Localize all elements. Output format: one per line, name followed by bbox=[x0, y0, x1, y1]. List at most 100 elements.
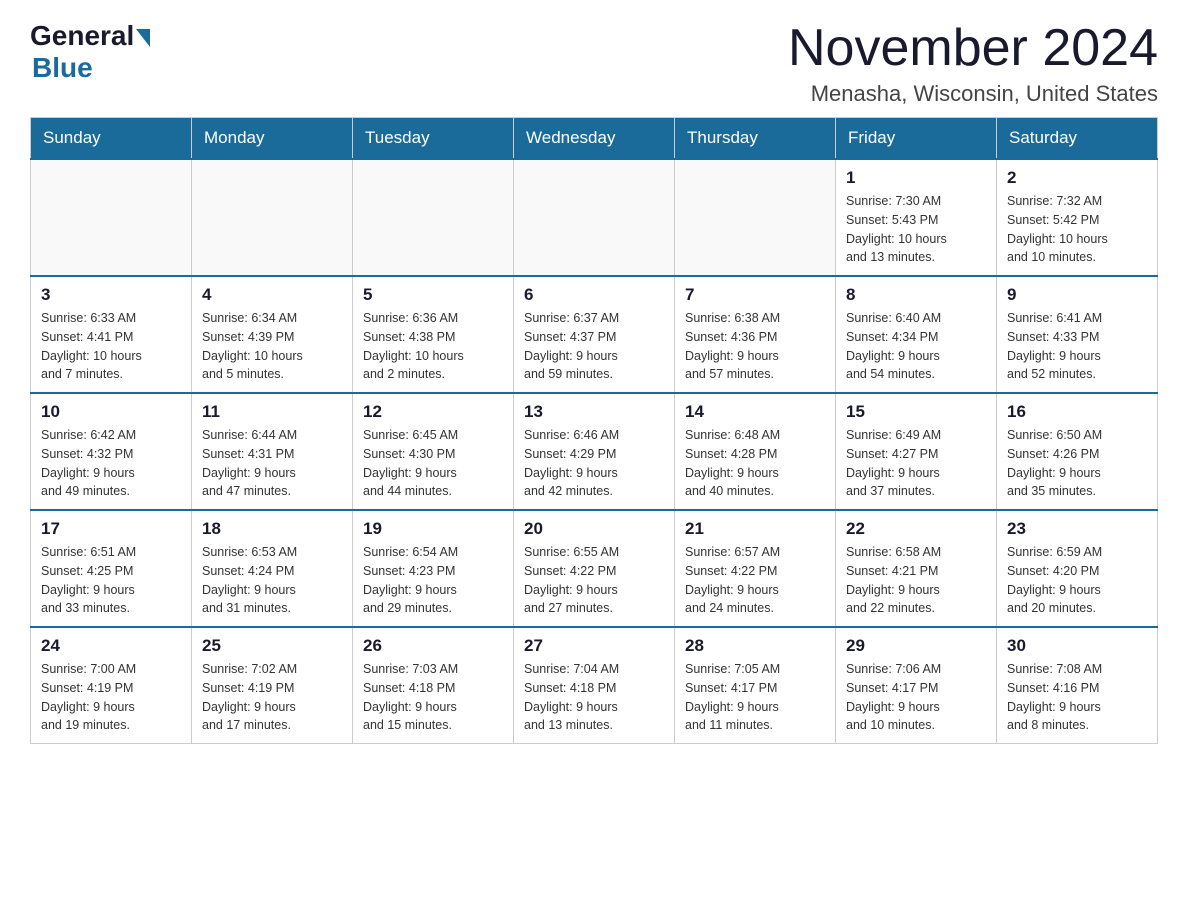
calendar-cell: 23Sunrise: 6:59 AM Sunset: 4:20 PM Dayli… bbox=[997, 510, 1158, 627]
day-number: 3 bbox=[41, 285, 181, 305]
day-number: 13 bbox=[524, 402, 664, 422]
day-info: Sunrise: 7:06 AM Sunset: 4:17 PM Dayligh… bbox=[846, 660, 986, 735]
day-number: 11 bbox=[202, 402, 342, 422]
logo: General Blue bbox=[30, 20, 150, 84]
day-number: 27 bbox=[524, 636, 664, 656]
calendar-cell: 3 Sunrise: 6:33 AM Sunset: 4:41 PM Daylig… bbox=[31, 276, 192, 393]
day-info: Sunrise: 6:50 AM Sunset: 4:26 PM Dayligh… bbox=[1007, 426, 1147, 501]
day-number: 5 bbox=[363, 285, 503, 305]
day-number: 7 bbox=[685, 285, 825, 305]
day-number: 15 bbox=[846, 402, 986, 422]
day-number: 18 bbox=[202, 519, 342, 539]
day-info: Sunrise: 6:48 AM Sunset: 4:28 PM Dayligh… bbox=[685, 426, 825, 501]
weekday-header-monday: Monday bbox=[192, 118, 353, 160]
calendar-cell: 25 Sunrise: 7:02 AM Sunset: 4:19 PM Dayli… bbox=[192, 627, 353, 744]
day-number: 17 bbox=[41, 519, 181, 539]
day-info: Sunrise: 7:08 AM Sunset: 4:16 PM Dayligh… bbox=[1007, 660, 1147, 735]
day-info: Sunrise: 6:34 AM Sunset: 4:39 PM Dayligh… bbox=[202, 309, 342, 384]
calendar-cell: 2Sunrise: 7:32 AM Sunset: 5:42 PM Daylig… bbox=[997, 159, 1158, 276]
week-row-2: 3 Sunrise: 6:33 AM Sunset: 4:41 PM Daylig… bbox=[31, 276, 1158, 393]
day-info: Sunrise: 6:44 AM Sunset: 4:31 PM Dayligh… bbox=[202, 426, 342, 501]
day-info: Sunrise: 6:49 AM Sunset: 4:27 PM Dayligh… bbox=[846, 426, 986, 501]
calendar-cell: 30 Sunrise: 7:08 AM Sunset: 4:16 PM Dayli… bbox=[997, 627, 1158, 744]
day-number: 12 bbox=[363, 402, 503, 422]
day-info: Sunrise: 6:53 AM Sunset: 4:24 PM Dayligh… bbox=[202, 543, 342, 618]
title-block: November 2024 Menasha, Wisconsin, United… bbox=[788, 20, 1158, 107]
day-number: 20 bbox=[524, 519, 664, 539]
day-number: 10 bbox=[41, 402, 181, 422]
day-info: Sunrise: 6:54 AM Sunset: 4:23 PM Dayligh… bbox=[363, 543, 503, 618]
logo-general-text: General bbox=[30, 20, 134, 52]
calendar-cell: 17 Sunrise: 6:51 AM Sunset: 4:25 PM Dayli… bbox=[31, 510, 192, 627]
day-info: Sunrise: 6:36 AM Sunset: 4:38 PM Dayligh… bbox=[363, 309, 503, 384]
calendar-cell: 4 Sunrise: 6:34 AM Sunset: 4:39 PM Daylig… bbox=[192, 276, 353, 393]
calendar-cell: 27 Sunrise: 7:04 AM Sunset: 4:18 PM Dayli… bbox=[514, 627, 675, 744]
day-number: 24 bbox=[41, 636, 181, 656]
calendar-cell: 19 Sunrise: 6:54 AM Sunset: 4:23 PM Dayli… bbox=[353, 510, 514, 627]
calendar-cell: 24 Sunrise: 7:00 AM Sunset: 4:19 PM Dayli… bbox=[31, 627, 192, 744]
day-info: Sunrise: 6:45 AM Sunset: 4:30 PM Dayligh… bbox=[363, 426, 503, 501]
calendar-table: SundayMondayTuesdayWednesdayThursdayFrid… bbox=[30, 117, 1158, 744]
calendar-cell: 26Sunrise: 7:03 AM Sunset: 4:18 PM Dayli… bbox=[353, 627, 514, 744]
calendar-cell bbox=[31, 159, 192, 276]
day-number: 23 bbox=[1007, 519, 1147, 539]
day-info: Sunrise: 6:57 AM Sunset: 4:22 PM Dayligh… bbox=[685, 543, 825, 618]
calendar-cell bbox=[675, 159, 836, 276]
weekday-header-thursday: Thursday bbox=[675, 118, 836, 160]
day-info: Sunrise: 6:41 AM Sunset: 4:33 PM Dayligh… bbox=[1007, 309, 1147, 384]
day-number: 21 bbox=[685, 519, 825, 539]
day-info: Sunrise: 6:42 AM Sunset: 4:32 PM Dayligh… bbox=[41, 426, 181, 501]
day-number: 25 bbox=[202, 636, 342, 656]
calendar-header-row: SundayMondayTuesdayWednesdayThursdayFrid… bbox=[31, 118, 1158, 160]
day-info: Sunrise: 6:55 AM Sunset: 4:22 PM Dayligh… bbox=[524, 543, 664, 618]
day-number: 16 bbox=[1007, 402, 1147, 422]
weekday-header-wednesday: Wednesday bbox=[514, 118, 675, 160]
weekday-header-tuesday: Tuesday bbox=[353, 118, 514, 160]
calendar-cell: 10 Sunrise: 6:42 AM Sunset: 4:32 PM Dayli… bbox=[31, 393, 192, 510]
calendar-cell: 15 Sunrise: 6:49 AM Sunset: 4:27 PM Dayli… bbox=[836, 393, 997, 510]
day-info: Sunrise: 7:03 AM Sunset: 4:18 PM Dayligh… bbox=[363, 660, 503, 735]
logo-arrow-icon bbox=[136, 29, 150, 47]
calendar-cell bbox=[514, 159, 675, 276]
day-number: 22 bbox=[846, 519, 986, 539]
day-info: Sunrise: 7:04 AM Sunset: 4:18 PM Dayligh… bbox=[524, 660, 664, 735]
day-number: 2 bbox=[1007, 168, 1147, 188]
calendar-cell: 20 Sunrise: 6:55 AM Sunset: 4:22 PM Dayli… bbox=[514, 510, 675, 627]
day-number: 9 bbox=[1007, 285, 1147, 305]
calendar-cell: 12 Sunrise: 6:45 AM Sunset: 4:30 PM Dayli… bbox=[353, 393, 514, 510]
day-info: Sunrise: 7:00 AM Sunset: 4:19 PM Dayligh… bbox=[41, 660, 181, 735]
calendar-cell: 14 Sunrise: 6:48 AM Sunset: 4:28 PM Dayli… bbox=[675, 393, 836, 510]
weekday-header-sunday: Sunday bbox=[31, 118, 192, 160]
month-title: November 2024 bbox=[788, 20, 1158, 77]
calendar-cell: 7Sunrise: 6:38 AM Sunset: 4:36 PM Daylig… bbox=[675, 276, 836, 393]
day-info: Sunrise: 7:02 AM Sunset: 4:19 PM Dayligh… bbox=[202, 660, 342, 735]
page-header: General Blue November 2024 Menasha, Wisc… bbox=[30, 20, 1158, 107]
week-row-3: 10 Sunrise: 6:42 AM Sunset: 4:32 PM Dayli… bbox=[31, 393, 1158, 510]
day-info: Sunrise: 6:58 AM Sunset: 4:21 PM Dayligh… bbox=[846, 543, 986, 618]
day-number: 4 bbox=[202, 285, 342, 305]
calendar-cell: 13 Sunrise: 6:46 AM Sunset: 4:29 PM Dayli… bbox=[514, 393, 675, 510]
calendar-cell: 8Sunrise: 6:40 AM Sunset: 4:34 PM Daylig… bbox=[836, 276, 997, 393]
day-number: 30 bbox=[1007, 636, 1147, 656]
day-number: 1 bbox=[846, 168, 986, 188]
day-number: 29 bbox=[846, 636, 986, 656]
day-info: Sunrise: 7:30 AM Sunset: 5:43 PM Dayligh… bbox=[846, 192, 986, 267]
calendar-cell: 18 Sunrise: 6:53 AM Sunset: 4:24 PM Dayli… bbox=[192, 510, 353, 627]
day-number: 19 bbox=[363, 519, 503, 539]
calendar-cell: 16 Sunrise: 6:50 AM Sunset: 4:26 PM Dayli… bbox=[997, 393, 1158, 510]
day-info: Sunrise: 6:37 AM Sunset: 4:37 PM Dayligh… bbox=[524, 309, 664, 384]
location-title: Menasha, Wisconsin, United States bbox=[788, 81, 1158, 107]
week-row-4: 17 Sunrise: 6:51 AM Sunset: 4:25 PM Dayli… bbox=[31, 510, 1158, 627]
day-info: Sunrise: 6:33 AM Sunset: 4:41 PM Dayligh… bbox=[41, 309, 181, 384]
day-info: Sunrise: 6:46 AM Sunset: 4:29 PM Dayligh… bbox=[524, 426, 664, 501]
day-number: 14 bbox=[685, 402, 825, 422]
weekday-header-saturday: Saturday bbox=[997, 118, 1158, 160]
calendar-cell bbox=[353, 159, 514, 276]
day-info: Sunrise: 7:05 AM Sunset: 4:17 PM Dayligh… bbox=[685, 660, 825, 735]
calendar-cell: 1 Sunrise: 7:30 AM Sunset: 5:43 PM Daylig… bbox=[836, 159, 997, 276]
day-info: Sunrise: 6:51 AM Sunset: 4:25 PM Dayligh… bbox=[41, 543, 181, 618]
week-row-5: 24 Sunrise: 7:00 AM Sunset: 4:19 PM Dayli… bbox=[31, 627, 1158, 744]
calendar-cell: 5 Sunrise: 6:36 AM Sunset: 4:38 PM Daylig… bbox=[353, 276, 514, 393]
day-number: 28 bbox=[685, 636, 825, 656]
day-info: Sunrise: 6:40 AM Sunset: 4:34 PM Dayligh… bbox=[846, 309, 986, 384]
